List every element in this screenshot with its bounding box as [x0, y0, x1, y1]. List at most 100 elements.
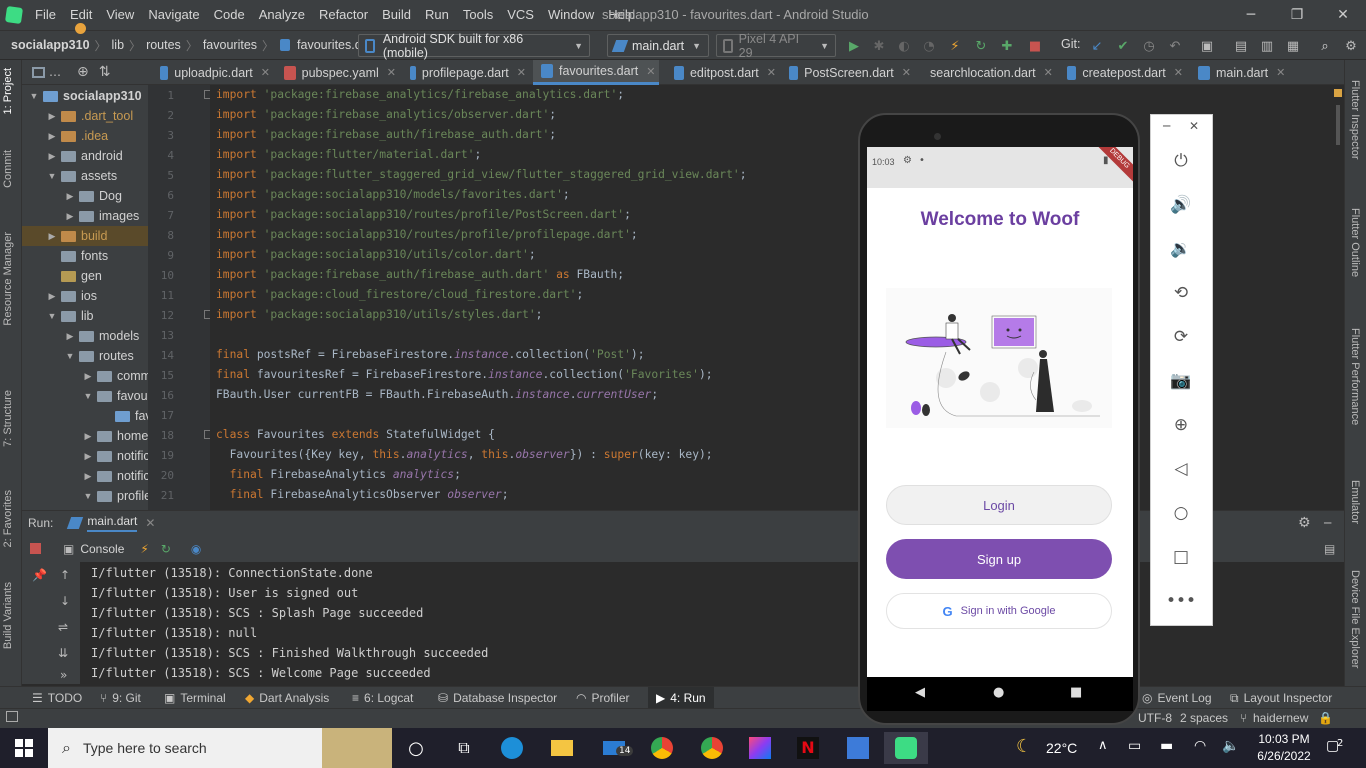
- coverage-icon[interactable]: ◐: [895, 37, 913, 55]
- settings-icon[interactable]: ⚙: [1342, 37, 1360, 55]
- tool-logcat[interactable]: ≡ 6: Logcat: [352, 687, 413, 709]
- code-line[interactable]: FBauth.User currentFB = FBauth.FirebaseA…: [216, 385, 658, 405]
- volume-up-icon[interactable]: 🔊: [1169, 193, 1193, 217]
- expanded-arrow-icon[interactable]: ▼: [82, 391, 94, 401]
- close-icon[interactable]: ✕: [902, 66, 911, 79]
- tool-tab-project[interactable]: 1: Project: [2, 68, 14, 114]
- menu-code[interactable]: Code: [207, 0, 252, 30]
- close-icon[interactable]: ✕: [387, 66, 396, 79]
- run-icon[interactable]: ▶: [845, 37, 863, 55]
- taskbar-search[interactable]: ⌕ Type here to search: [48, 728, 392, 768]
- clock-date[interactable]: 6/26/2022: [1256, 749, 1312, 763]
- tool-run[interactable]: ▶ 4: Run: [648, 687, 714, 709]
- android-studio-icon[interactable]: [884, 732, 928, 764]
- emulator-screen[interactable]: 10:03 ⚙ • ▮ DEBUG Welcome to Woof Login …: [867, 147, 1133, 677]
- weather-moon-icon[interactable]: ☾: [1016, 736, 1032, 757]
- menu-run[interactable]: Run: [418, 0, 456, 30]
- avd-selector[interactable]: Pixel 4 API 29 ▼: [716, 32, 836, 60]
- restore-button[interactable]: ❐: [1274, 0, 1320, 30]
- code-line[interactable]: import 'package:firebase_auth/firebase_a…: [216, 125, 556, 145]
- tool-tab-emulator[interactable]: Emulator: [1349, 480, 1361, 524]
- tree-item-lib[interactable]: ▼ lib: [46, 306, 94, 326]
- layout-icon[interactable]: ▤: [1324, 542, 1335, 556]
- run-tab-main[interactable]: main.dart: [87, 514, 138, 532]
- search-icon[interactable]: ⌕: [1316, 37, 1334, 55]
- close-icon[interactable]: ✕: [646, 65, 655, 78]
- git-update-icon[interactable]: ↙: [1088, 37, 1106, 55]
- hot-restart-icon[interactable]: ↻: [972, 37, 990, 55]
- collapsed-arrow-icon[interactable]: ▶: [46, 231, 58, 242]
- tree-item-dog[interactable]: ▶ Dog: [64, 186, 122, 206]
- hot-reload-icon[interactable]: ⚡: [140, 542, 148, 556]
- toggle-toolwindows-icon[interactable]: [6, 711, 18, 722]
- sign-up-button[interactable]: Sign up: [886, 539, 1112, 579]
- menu-tools[interactable]: Tools: [456, 0, 500, 30]
- power-icon[interactable]: ⏻: [1169, 149, 1193, 173]
- menu-view[interactable]: View: [99, 0, 141, 30]
- close-icon[interactable]: ✕: [767, 66, 776, 79]
- tab-searchlocation-dart[interactable]: searchlocation.dart ✕: [916, 60, 1053, 85]
- back-icon[interactable]: ◁: [1169, 457, 1193, 481]
- collapsed-arrow-icon[interactable]: ▶: [64, 211, 76, 222]
- tree-item-routes[interactable]: ▼ routes: [64, 346, 134, 366]
- menu-window[interactable]: Window: [541, 0, 601, 30]
- tree-item-darttool[interactable]: ▶ .dart_tool: [46, 106, 134, 126]
- zoom-icon[interactable]: ⊕: [1169, 413, 1193, 437]
- close-icon[interactable]: ✕: [261, 66, 270, 79]
- display-icon[interactable]: ▭: [1128, 738, 1141, 754]
- breadcrumb-item[interactable]: routes: [143, 38, 184, 52]
- git-commit-icon[interactable]: ✔: [1114, 37, 1132, 55]
- settings-icon[interactable]: ⚙: [1298, 515, 1311, 531]
- collapsed-arrow-icon[interactable]: ▶: [82, 371, 94, 382]
- collapsed-arrow-icon[interactable]: ▶: [64, 191, 76, 202]
- expanded-arrow-icon[interactable]: ▼: [46, 171, 58, 181]
- menu-analyze[interactable]: Analyze: [252, 0, 312, 30]
- tree-item-gen[interactable]: gen: [46, 266, 102, 286]
- tree-item-fav[interactable]: fav: [100, 406, 148, 426]
- code-line[interactable]: import 'package:socialapp310/utils/color…: [216, 245, 536, 265]
- tree-item-android[interactable]: ▶ android: [46, 146, 123, 166]
- close-icon[interactable]: ✕: [517, 66, 526, 79]
- tool-terminal[interactable]: ▣ Terminal: [164, 687, 226, 709]
- tab-uploadpic-dart[interactable]: uploadpic.dart ✕: [152, 60, 270, 85]
- tool-database-inspector[interactable]: ⛁ Database Inspector: [438, 687, 557, 709]
- code-line[interactable]: class Favourites extends StatefulWidget …: [216, 425, 495, 445]
- code-line[interactable]: final postsRef = FirebaseFirestore.insta…: [216, 345, 645, 365]
- cortana-icon[interactable]: ○: [394, 732, 438, 764]
- minimize-button[interactable]: ─: [1228, 0, 1274, 30]
- camera-icon[interactable]: 📷: [1169, 369, 1193, 393]
- volume-down-icon[interactable]: 🔉: [1169, 237, 1193, 261]
- collapse-icon[interactable]: ⇅: [99, 64, 111, 80]
- expanded-arrow-icon[interactable]: ▼: [46, 311, 58, 321]
- menu-vcs[interactable]: VCS: [500, 0, 541, 30]
- collapsed-arrow-icon[interactable]: ▶: [82, 471, 94, 482]
- code-line[interactable]: import 'package:flutter_staggered_grid_v…: [216, 165, 747, 185]
- tree-item-socialapp310[interactable]: ▼socialapp310C: [28, 86, 148, 106]
- tool-tab-favorites[interactable]: 2: Favorites: [2, 490, 14, 547]
- task-view-icon[interactable]: ⧉: [442, 732, 486, 764]
- tree-item-notific[interactable]: ▶ notific: [82, 446, 148, 466]
- tool-dart-analysis[interactable]: ◆ Dart Analysis: [245, 687, 329, 709]
- stop-icon[interactable]: ■: [1026, 37, 1044, 55]
- more-icon[interactable]: »: [60, 668, 67, 682]
- menu-refactor[interactable]: Refactor: [312, 0, 375, 30]
- tool-tab-structure[interactable]: 7: Structure: [2, 390, 14, 447]
- tree-item-notific[interactable]: ▶ notific: [82, 466, 148, 486]
- code-line[interactable]: final favouritesRef = FirebaseFirestore.…: [216, 365, 713, 385]
- down-arrow-icon[interactable]: ↓: [60, 594, 70, 608]
- minimize-icon[interactable]: ─: [1163, 119, 1170, 133]
- code-line[interactable]: import 'package:socialapp310/routes/prof…: [216, 225, 638, 245]
- code-line[interactable]: import 'package:flutter/material.dart';: [216, 145, 481, 165]
- intellij-icon[interactable]: [738, 732, 782, 764]
- console-output[interactable]: I/flutter (13518): ConnectionState.done I…: [80, 562, 860, 684]
- volume-icon[interactable]: 🔈: [1222, 738, 1239, 754]
- tool-event-log[interactable]: ◎ Event Log: [1142, 687, 1212, 709]
- edge-icon[interactable]: [490, 732, 534, 764]
- profile-icon[interactable]: ◔: [920, 37, 938, 55]
- editor-scrollbar[interactable]: [1336, 105, 1340, 145]
- sdk-manager-icon[interactable]: ▤: [1232, 37, 1250, 55]
- tab-pubspec-yaml[interactable]: pubspec.yaml ✕: [276, 60, 396, 85]
- tool-tab-device-file-explorer[interactable]: Device File Explorer: [1349, 570, 1361, 668]
- battery-icon[interactable]: ▬: [1160, 738, 1173, 754]
- git-history-icon[interactable]: ◷: [1140, 37, 1158, 55]
